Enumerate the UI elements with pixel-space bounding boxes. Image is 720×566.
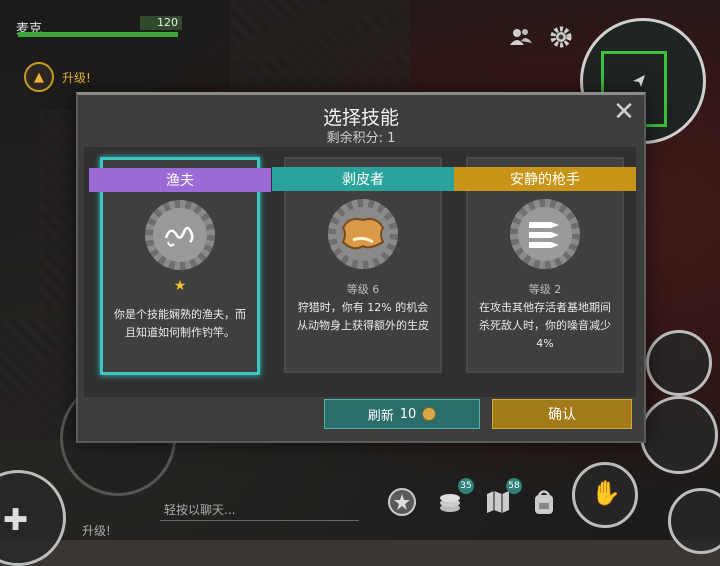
hand-icon: ✋ (591, 479, 621, 507)
health-bar-fill (18, 32, 178, 37)
skill-card-fisherman[interactable]: 渔夫 ★ 你是个技能娴熟的渔夫，而且知道如何制作钓竿。 (89, 157, 271, 375)
friends-icon[interactable] (508, 24, 534, 50)
skill-description: 狩猎时，你有 12% 的机会从动物身上获得额外的生皮 (297, 301, 429, 332)
upgrade-chat-label: 升级! (82, 524, 111, 538)
plus-icon: ✚ (3, 503, 29, 538)
skill-ribbon: 剥皮者 (272, 167, 454, 191)
coin-icon (422, 407, 437, 421)
skill-ribbon: 安静的枪手 (454, 167, 636, 191)
backpack-icon[interactable] (528, 486, 560, 518)
shield-icon[interactable] (386, 486, 418, 518)
health-value: 120 (140, 16, 182, 30)
skill-name: 渔夫 (166, 173, 194, 189)
player-arrow-icon (633, 75, 645, 87)
skill-level: 等级 2 (528, 283, 562, 296)
remaining-points: 剩余积分: 1 (326, 131, 396, 146)
map-icon[interactable]: 58 (482, 478, 522, 518)
weapon-slot-button[interactable] (646, 330, 712, 396)
skill-select-dialog: 选择技能 剩余积分: 1 ✕ 渔夫 ★ 你是个技能娴熟的渔夫，而且知道如何制作钓… (76, 92, 646, 443)
skill-card-silent-gunner[interactable]: 安静的枪手 等级 2 在攻击其他存活者基地期间杀死敌人时，你的噪音减少 4% (454, 157, 636, 373)
hand-action-button[interactable]: ✋ (572, 462, 638, 528)
coins-icon[interactable]: 35 (434, 478, 474, 518)
skill-level: 等级 6 (346, 283, 380, 296)
health-bar (18, 32, 178, 37)
refresh-cost: 10 (399, 406, 417, 422)
close-icon[interactable]: ✕ (612, 99, 636, 125)
map-badge: 58 (506, 478, 522, 494)
dialog-header: 选择技能 剩余积分: 1 ✕ (78, 95, 644, 146)
upgrade-notice[interactable]: ▲ 升级! (24, 62, 91, 92)
attack-button[interactable] (640, 396, 718, 474)
refresh-button[interactable]: 刷新 10 (324, 399, 480, 429)
arrow-up-icon: ▲ (24, 62, 54, 92)
skill-name: 剥皮者 (342, 172, 384, 188)
animal-hide-icon (328, 199, 398, 269)
skill-description: 在攻击其他存活者基地期间杀死敌人时，你的噪音减少 4% (479, 301, 611, 350)
bullets-icon (510, 199, 580, 269)
skill-star-icon: ★ (173, 278, 187, 294)
skill-description: 你是个技能娴熟的渔夫，而且知道如何制作钓竿。 (114, 308, 246, 339)
worm-hook-icon (145, 200, 215, 270)
skill-name: 安静的枪手 (510, 172, 580, 188)
upgrade-label: 升级! (62, 70, 91, 85)
refresh-label: 刷新 (367, 408, 394, 424)
chat-input[interactable]: 轻按以聊天... (160, 500, 359, 521)
skill-ribbon: 渔夫 (89, 168, 271, 192)
coins-badge: 35 (458, 478, 474, 494)
confirm-label: 确认 (548, 407, 576, 423)
gear-icon[interactable] (548, 24, 574, 50)
sneak-button[interactable] (668, 488, 720, 554)
confirm-button[interactable]: 确认 (492, 399, 632, 429)
dialog-title: 选择技能 (322, 107, 399, 129)
skill-card-skinner[interactable]: 剥皮者 等级 6 狩猎时，你有 12% 的机会从动物身上获得额外的生皮 (272, 157, 454, 373)
